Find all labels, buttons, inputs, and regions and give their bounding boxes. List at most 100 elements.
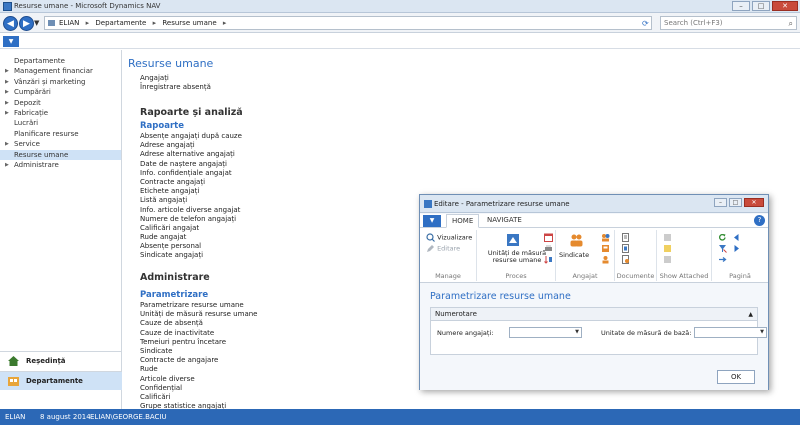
link-absence-registration[interactable]: Înregistrare absență <box>140 83 211 92</box>
list-item[interactable]: Rude <box>140 365 257 374</box>
collapse-icon[interactable]: ▲ <box>748 308 753 321</box>
sidebar-item[interactable]: ▶ Fabricație <box>0 108 121 118</box>
expand-icon[interactable]: ▶ <box>5 87 9 97</box>
sidebar-item[interactable]: ▶ Vânzări și marketing <box>0 77 121 87</box>
employee-nos-field[interactable]: ▼ <box>509 327 582 338</box>
sort-icon[interactable] <box>544 255 553 264</box>
sidebar-item[interactable]: ▶ Cumpărări <box>0 87 121 97</box>
employee-card-icon[interactable] <box>601 244 610 253</box>
expand-icon[interactable]: ▶ <box>5 139 9 149</box>
ok-button[interactable]: OK <box>717 370 755 384</box>
sidebar-item[interactable]: ▶ Management financiar <box>0 66 121 76</box>
sidebar-item[interactable]: ▶ Service <box>0 139 121 149</box>
dropdown-arrow-icon[interactable]: ▼ <box>760 328 764 337</box>
list-item[interactable]: Adrese alternative angajați <box>140 150 242 159</box>
list-item[interactable]: Absențe personal <box>140 242 242 251</box>
tab-navigate[interactable]: NAVIGATE <box>487 216 522 224</box>
list-item[interactable]: Cauze de absență <box>140 319 257 328</box>
expand-icon[interactable]: ▶ <box>5 160 9 170</box>
list-item[interactable]: Absențe angajați după cauze <box>140 132 242 141</box>
edit-button[interactable]: Editare <box>426 244 460 253</box>
dialog-close-button[interactable]: ✕ <box>744 198 764 207</box>
document-attach-icon[interactable] <box>621 255 630 264</box>
previous-icon[interactable] <box>732 233 741 242</box>
fasttab-header[interactable]: Numerotare ▲ <box>431 308 757 321</box>
dialog-maximize-button[interactable]: □ <box>729 198 742 207</box>
dropdown-arrow-icon[interactable]: ▼ <box>575 328 579 337</box>
list-item[interactable]: Articole diverse <box>140 375 257 384</box>
expand-icon[interactable]: ▶ <box>5 66 9 76</box>
dialog-minimize-button[interactable]: – <box>714 198 727 207</box>
link-employees[interactable]: Angajați <box>140 74 211 83</box>
next-icon[interactable] <box>732 244 741 253</box>
dialog-menu-button[interactable]: ▼ <box>423 215 441 227</box>
document-list-icon[interactable] <box>621 244 630 253</box>
sidebar-item[interactable]: ▶ Depozit <box>0 98 121 108</box>
list-item[interactable]: Calificări <box>140 393 257 402</box>
employee-list-icon[interactable] <box>601 255 610 264</box>
base-uom-field[interactable]: ▼ <box>694 327 767 338</box>
links-icon[interactable] <box>663 255 672 264</box>
sidebar-item[interactable]: Resurse umane <box>0 149 121 160</box>
tab-home[interactable]: HOME <box>446 214 480 228</box>
list-item[interactable]: Confidențial <box>140 384 257 393</box>
sidebar-footer-residence[interactable]: Reședință <box>0 351 122 370</box>
expand-icon[interactable]: ▶ <box>5 108 9 118</box>
list-item[interactable]: Numere de telefon angajați <box>140 215 242 224</box>
list-item[interactable]: Contracte angajați <box>140 178 242 187</box>
list-item[interactable]: Contracte de angajare <box>140 356 257 365</box>
dialog-body: Parametrizare resurse umane Numerotare ▲… <box>420 283 768 390</box>
print-icon[interactable] <box>544 244 553 253</box>
sidebar-item[interactable]: Departamente <box>0 56 121 66</box>
help-icon[interactable]: ? <box>754 215 765 226</box>
close-button[interactable]: ✕ <box>772 1 798 11</box>
refresh-icon[interactable] <box>718 233 727 242</box>
sidebar-item-label: Resurse umane <box>14 150 69 159</box>
refresh-icon[interactable]: ⟳ <box>642 19 649 28</box>
search-input[interactable]: Search (Ctrl+F3) ⌕ <box>660 16 797 30</box>
unions-button[interactable]: Sindicate <box>559 251 589 259</box>
forward-button[interactable]: ▶ <box>19 16 34 31</box>
sidebar-item[interactable]: ▶ Administrare <box>0 160 121 170</box>
application-menu-button[interactable]: ▼ <box>3 36 19 47</box>
history-dropdown-icon[interactable]: ▼ <box>34 19 39 27</box>
expand-icon[interactable]: ▶ <box>5 98 9 108</box>
breadcrumb[interactable]: ELIAN ▸ Departamente ▸ Resurse umane ▸ <box>44 16 652 30</box>
list-item[interactable]: Etichete angajați <box>140 187 242 196</box>
sidebar-item[interactable]: Lucrări <box>0 118 121 128</box>
employee-group-icon[interactable] <box>601 233 610 242</box>
list-item[interactable]: Sindicate <box>140 347 257 356</box>
go-to-icon[interactable] <box>718 255 727 264</box>
breadcrumb-item[interactable]: Resurse umane <box>162 19 216 27</box>
units-of-measure-button[interactable]: Unități de măsură resurse umane <box>483 250 551 264</box>
expand-icon[interactable]: ▶ <box>5 77 9 87</box>
list-item[interactable]: Calificări angajat <box>140 224 242 233</box>
clear-filter-icon[interactable] <box>718 244 727 253</box>
attachment-icon[interactable] <box>663 233 672 242</box>
view-button[interactable]: Vizualizare <box>426 233 472 242</box>
sidebar-item-label: Service <box>14 140 40 149</box>
list-item[interactable]: Parametrizare resurse umane <box>140 301 257 310</box>
list-item[interactable]: Adrese angajați <box>140 141 242 150</box>
maximize-button[interactable]: □ <box>752 1 770 11</box>
sidebar-item-label: Depozit <box>14 98 41 107</box>
sidebar-footer-departments[interactable]: Departamente <box>0 371 122 390</box>
minimize-button[interactable]: – <box>732 1 750 11</box>
list-item[interactable]: Listă angajați <box>140 196 242 205</box>
list-item[interactable]: Info. confidențiale angajat <box>140 169 242 178</box>
list-item[interactable]: Temeiuri pentru încetare <box>140 338 257 347</box>
notes-icon[interactable] <box>663 244 672 253</box>
calendar-icon[interactable] <box>544 233 553 242</box>
document-icon[interactable] <box>621 233 630 242</box>
breadcrumb-item[interactable]: ELIAN <box>59 19 79 27</box>
list-item[interactable]: Info. articole diverse angajat <box>140 206 242 215</box>
address-bar: ◀ ▶ ▼ ELIAN ▸ Departamente ▸ Resurse uma… <box>0 13 800 33</box>
breadcrumb-item[interactable]: Departamente <box>95 19 146 27</box>
list-item[interactable]: Date de naștere angajați <box>140 160 242 169</box>
list-item[interactable]: Cauze de inactivitate <box>140 329 257 338</box>
list-item[interactable]: Sindicate angajați <box>140 251 242 260</box>
sidebar-item[interactable]: Planificare resurse <box>0 129 121 139</box>
list-item[interactable]: Unități de măsură resurse umane <box>140 310 257 319</box>
back-button[interactable]: ◀ <box>3 16 18 31</box>
list-item[interactable]: Rude angajat <box>140 233 242 242</box>
